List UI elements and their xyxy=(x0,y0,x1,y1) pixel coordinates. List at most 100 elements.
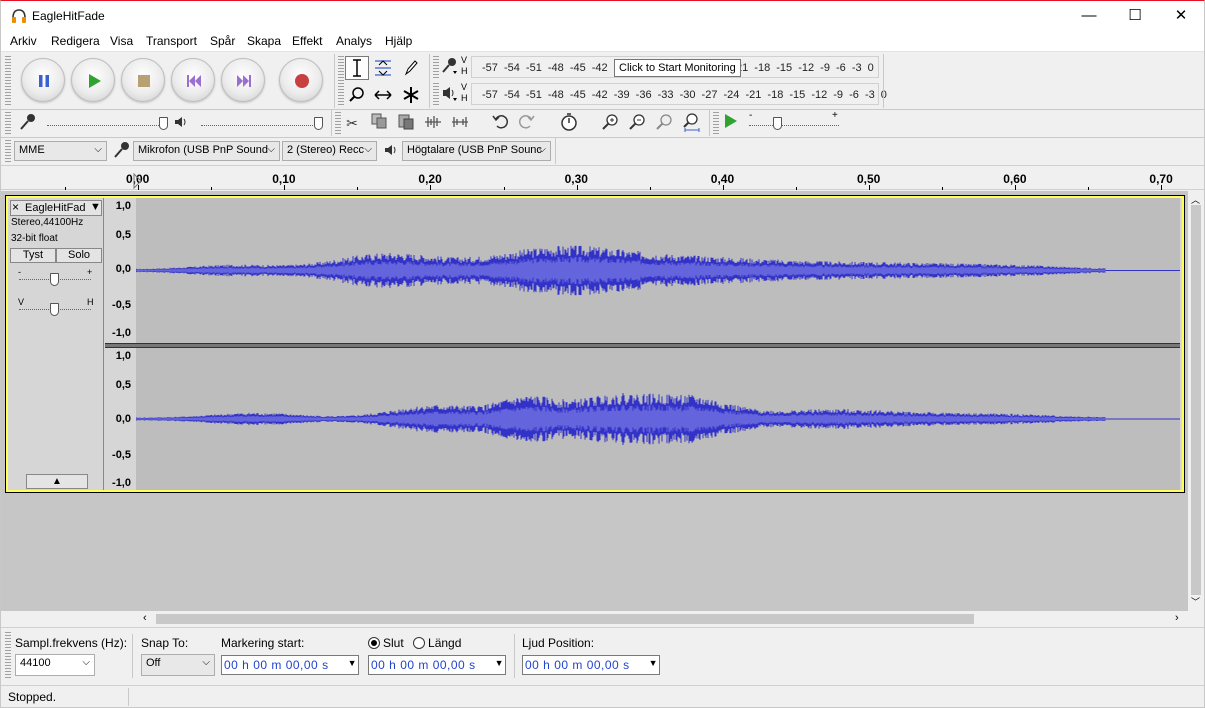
track-close-icon[interactable]: × xyxy=(12,200,19,214)
channel-2-waveform[interactable] xyxy=(135,348,1180,490)
horizontal-scroll-thumb[interactable] xyxy=(156,614,974,624)
selection-start-time[interactable]: 00 h 00 m 00,00 s ▼ xyxy=(221,655,359,675)
recording-channels-select[interactable]: 2 (Stereo) Recc ⌵ xyxy=(282,141,377,161)
sync-lock-timer-icon[interactable] xyxy=(558,112,580,134)
toolbar-grip[interactable] xyxy=(5,56,11,106)
track-panel[interactable]: × EagleHitFad ▼ Stereo,44100Hz 32-bit fl… xyxy=(1,191,1188,611)
length-radio-label[interactable]: Längd xyxy=(428,636,461,650)
menu-arkiv[interactable]: Arkiv xyxy=(10,34,37,48)
envelope-tool-button[interactable] xyxy=(371,56,395,80)
end-radio-label[interactable]: Slut xyxy=(383,636,404,650)
time-format-dropdown-icon[interactable]: ▼ xyxy=(649,658,658,668)
audio-host-select[interactable]: MME ⌵ xyxy=(14,141,107,161)
play-at-speed-icon[interactable] xyxy=(719,112,741,134)
time-format-dropdown-icon[interactable]: ▼ xyxy=(348,658,357,668)
menu-skapa[interactable]: Skapa xyxy=(247,34,281,48)
selection-end-time[interactable]: 00 h 00 m 00,00 s ▼ xyxy=(368,655,506,675)
stop-button[interactable] xyxy=(121,58,165,102)
pan-slider-thumb[interactable] xyxy=(50,303,59,316)
cut-icon[interactable]: ✂ xyxy=(341,112,363,134)
record-meter-microphone-icon[interactable] xyxy=(439,56,461,78)
scroll-right-icon[interactable]: › xyxy=(1175,612,1179,624)
scroll-left-icon[interactable]: ‹ xyxy=(143,612,147,624)
multi-tool-button[interactable] xyxy=(399,83,423,107)
toolbar-grip[interactable] xyxy=(5,140,11,162)
maximize-button[interactable]: ☐ xyxy=(1112,1,1158,31)
silence-audio-icon[interactable] xyxy=(449,112,471,134)
pause-icon xyxy=(39,75,49,87)
timeline-ruler[interactable]: 0,00 0,10 0,20 0,30 0,40 0,50 0,60 0,70 xyxy=(1,165,1204,190)
playback-volume-thumb[interactable] xyxy=(314,117,323,130)
toolbar-grip[interactable] xyxy=(338,56,344,106)
minimize-button[interactable]: — xyxy=(1066,1,1112,31)
pause-button[interactable] xyxy=(21,58,65,102)
length-radio-button[interactable] xyxy=(413,637,426,649)
skip-to-start-button[interactable] xyxy=(171,58,215,102)
snap-to-select[interactable]: Off ⌵ xyxy=(141,654,215,676)
end-radio-button[interactable] xyxy=(368,637,380,649)
fit-selection-icon[interactable] xyxy=(653,112,675,134)
menu-spar[interactable]: Spår xyxy=(210,34,235,48)
zoom-tool-button[interactable] xyxy=(345,83,369,107)
track-menu-arrow-icon[interactable]: ▼ xyxy=(90,201,101,213)
gain-slider-thumb[interactable] xyxy=(50,273,59,286)
playback-meter[interactable]: -57 -54 -51 -48 -45 -42 -39 -36 -33 -30 … xyxy=(471,83,887,105)
channel-2-amplitude-scale: 1,0 0,5 0,0 -0,5 -1,0 xyxy=(105,348,135,490)
scroll-down-icon[interactable]: ﹀ xyxy=(1191,595,1200,608)
play-speed-slider[interactable] xyxy=(749,125,839,126)
status-bar: Stopped. xyxy=(1,685,1204,707)
scale-label: 0,5 xyxy=(115,229,131,241)
selection-tool-button[interactable] xyxy=(345,56,369,80)
mute-button[interactable]: Tyst xyxy=(10,248,56,263)
zoom-in-icon[interactable] xyxy=(599,112,621,134)
toolbar-separator xyxy=(331,110,332,136)
solo-button[interactable]: Solo xyxy=(56,248,102,263)
close-window-button[interactable]: ✕ xyxy=(1158,1,1204,31)
record-button[interactable] xyxy=(279,58,323,102)
collapse-track-button[interactable]: ▲ xyxy=(26,474,88,489)
play-button[interactable] xyxy=(71,58,115,102)
paste-icon[interactable] xyxy=(395,112,417,134)
toolbar-grip[interactable] xyxy=(5,112,11,134)
ruler-tick xyxy=(1015,185,1017,190)
channel-1-waveform[interactable] xyxy=(135,198,1180,343)
toolbar-grip[interactable] xyxy=(5,632,11,680)
selection-start-value: 00 h 00 m 00,00 s xyxy=(224,658,329,672)
track-title-bar[interactable]: × EagleHitFad ▼ xyxy=(10,200,102,216)
asterisk-icon xyxy=(403,87,419,103)
ruler-tick-label: 0,50 xyxy=(857,172,881,186)
recording-device-select[interactable]: Mikrofon (USB PnP Sound ⌵ xyxy=(133,141,280,161)
audio-position-time[interactable]: 00 h 00 m 00,00 s ▼ xyxy=(522,655,660,675)
menu-hjalp[interactable]: Hjälp xyxy=(385,34,412,48)
playback-device-select[interactable]: Högtalare (USB PnP Sounc ⌵ xyxy=(402,141,551,161)
skip-to-end-button[interactable] xyxy=(221,58,265,102)
draw-tool-button[interactable] xyxy=(399,56,423,80)
redo-icon[interactable] xyxy=(516,112,538,134)
menu-redigera[interactable]: Redigera xyxy=(51,34,100,48)
play-speed-thumb[interactable] xyxy=(773,117,782,130)
record-volume-thumb[interactable] xyxy=(159,117,168,130)
menu-effekt[interactable]: Effekt xyxy=(292,34,322,48)
pan-right-label: H xyxy=(87,297,94,307)
menu-visa[interactable]: Visa xyxy=(110,34,133,48)
vertical-scrollbar[interactable]: ︿ ﹀ xyxy=(1188,191,1204,611)
chevron-down-icon: ⌵ xyxy=(364,144,372,155)
copy-icon[interactable] xyxy=(368,112,390,134)
track-control-panel: × EagleHitFad ▼ Stereo,44100Hz 32-bit fl… xyxy=(8,198,104,490)
playback-meter-speaker-icon[interactable] xyxy=(439,83,461,105)
timeshift-tool-button[interactable] xyxy=(371,83,395,107)
audio-track[interactable]: × EagleHitFad ▼ Stereo,44100Hz 32-bit fl… xyxy=(5,195,1185,493)
playback-volume-slider[interactable] xyxy=(201,125,319,126)
menu-transport[interactable]: Transport xyxy=(146,34,197,48)
undo-icon[interactable] xyxy=(489,112,511,134)
menu-analys[interactable]: Analys xyxy=(336,34,372,48)
record-volume-slider[interactable] xyxy=(47,125,165,126)
time-format-dropdown-icon[interactable]: ▼ xyxy=(495,658,504,668)
project-rate-select[interactable]: 44100 ⌵ xyxy=(15,654,95,676)
horizontal-scrollbar[interactable]: ‹ › xyxy=(141,611,1188,627)
zoom-out-icon[interactable] xyxy=(626,112,648,134)
envelope-icon xyxy=(375,60,391,76)
vertical-scroll-thumb[interactable] xyxy=(1191,205,1201,595)
fit-project-icon[interactable] xyxy=(680,112,702,134)
trim-audio-icon[interactable] xyxy=(422,112,444,134)
